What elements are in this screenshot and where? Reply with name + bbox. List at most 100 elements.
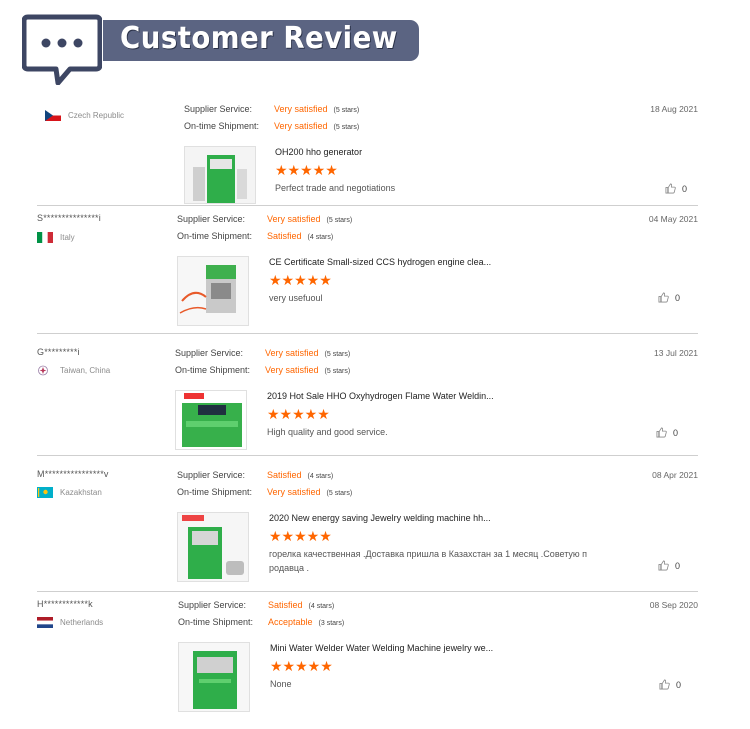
shipment-value: Satisfied: [267, 231, 302, 241]
buyer-name: S***************i: [37, 213, 101, 223]
like-count: 0: [673, 427, 679, 438]
thumbs-up-icon: [658, 560, 669, 571]
review-item: G*********i Taiwan, China 13 Jul 2021 Su…: [37, 347, 698, 456]
product-thumbnail[interactable]: [178, 642, 250, 712]
country-name: Kazakhstan: [60, 488, 102, 497]
like-button[interactable]: 0: [665, 183, 687, 194]
shipment-label: On-time Shipment:: [177, 487, 253, 497]
shipment-stars: (5 stars): [324, 368, 351, 375]
buyer-name: M****************v: [37, 469, 109, 479]
shipment-stars: (5 stars): [333, 124, 360, 131]
shipment-label: On-time Shipment:: [178, 617, 254, 627]
supplier-service-rating: Supplier Service: Satisfied (4 stars): [178, 600, 334, 610]
shipment-stars: (5 stars): [326, 490, 353, 497]
supplier-service-label: Supplier Service:: [177, 470, 246, 480]
review-comment: very usefuoul: [269, 293, 323, 303]
buyer-country: Italy: [37, 232, 75, 243]
review-stars: ★★★★★: [267, 406, 330, 422]
thumbs-up-icon: [659, 679, 670, 690]
like-count: 0: [676, 679, 682, 690]
shipment-label: On-time Shipment:: [175, 365, 251, 375]
shipment-stars: (3 stars): [318, 620, 345, 627]
supplier-service-rating: Supplier Service: Very satisfied (5 stars): [184, 104, 359, 114]
shipment-value: Very satisfied: [274, 121, 328, 131]
product-title-link[interactable]: 2019 Hot Sale HHO Oxyhydrogen Flame Wate…: [267, 391, 494, 401]
supplier-service-rating: Supplier Service: Very satisfied (5 stars): [177, 214, 352, 224]
buyer-country: Taiwan, China: [37, 365, 110, 376]
netherlands-flag-icon: [37, 617, 53, 628]
country-name: Italy: [60, 233, 75, 242]
like-button[interactable]: 0: [659, 679, 681, 690]
product-title-link[interactable]: OH200 hho generator: [275, 147, 362, 157]
review-comment: горелка качественная .Доставка пришла в …: [269, 549, 588, 573]
product-thumbnail[interactable]: [184, 146, 256, 204]
buyer-country: Czech Republic: [45, 110, 124, 121]
product-title-link[interactable]: CE Certificate Small-sized CCS hydrogen …: [269, 257, 491, 267]
buyer-name: G*********i: [37, 347, 80, 357]
product-thumbnail[interactable]: [177, 512, 249, 582]
supplier-service-stars: (5 stars): [333, 107, 360, 114]
chat-bubble-icon: [22, 14, 102, 85]
country-name: Czech Republic: [68, 111, 125, 120]
review-item: H************k Netherlands 08 Sep 2020 S…: [37, 599, 698, 717]
supplier-service-stars: (4 stars): [308, 603, 335, 610]
like-count: 0: [675, 292, 681, 303]
shipment-value: Very satisfied: [267, 487, 321, 497]
like-count: 0: [682, 183, 688, 194]
kazakhstan-flag-icon: [37, 487, 53, 498]
page-title: Customer Review: [120, 21, 398, 56]
italy-flag-icon: [37, 232, 53, 243]
shipment-stars: (4 stars): [307, 234, 334, 241]
supplier-service-value: Satisfied: [268, 600, 303, 610]
review-stars: ★★★★★: [275, 162, 338, 178]
thumbs-up-icon: [658, 292, 669, 303]
shipment-rating: On-time Shipment: Acceptable (3 stars): [178, 617, 344, 627]
country-name: Taiwan, China: [60, 366, 111, 375]
product-thumbnail[interactable]: [175, 390, 247, 450]
supplier-service-rating: Supplier Service: Satisfied (4 stars): [177, 470, 333, 480]
product-title-link[interactable]: Mini Water Welder Water Welding Machine …: [270, 643, 493, 653]
like-count: 0: [675, 560, 681, 571]
shipment-rating: On-time Shipment: Satisfied (4 stars): [177, 231, 333, 241]
supplier-service-label: Supplier Service:: [178, 600, 247, 610]
shipment-rating: On-time Shipment: Very satisfied (5 stars): [175, 365, 350, 375]
review-date: 13 Jul 2021: [654, 348, 698, 358]
supplier-service-value: Very satisfied: [265, 348, 319, 358]
country-name: Netherlands: [60, 618, 104, 627]
supplier-service-value: Satisfied: [267, 470, 302, 480]
buyer-name: H************k: [37, 599, 93, 609]
czech-flag-icon: [45, 110, 61, 121]
shipment-rating: On-time Shipment: Very satisfied (5 stars): [184, 121, 359, 131]
product-thumbnail[interactable]: [177, 256, 249, 326]
like-button[interactable]: 0: [658, 560, 680, 571]
supplier-service-stars: (5 stars): [326, 217, 353, 224]
review-date: 18 Aug 2021: [650, 104, 698, 114]
review-stars: ★★★★★: [270, 658, 333, 674]
supplier-service-stars: (5 stars): [324, 351, 351, 358]
shipment-label: On-time Shipment:: [177, 231, 253, 241]
supplier-service-value: Very satisfied: [267, 214, 321, 224]
product-title-link[interactable]: 2020 New energy saving Jewelry welding m…: [269, 513, 491, 523]
review-stars: ★★★★★: [269, 528, 332, 544]
review-comment: Perfect trade and negotiations: [275, 183, 396, 193]
review-date: 08 Sep 2020: [649, 600, 698, 610]
like-button[interactable]: 0: [656, 427, 678, 438]
review-comment: None: [270, 679, 292, 689]
shipment-rating: On-time Shipment: Very satisfied (5 stars): [177, 487, 352, 497]
supplier-service-label: Supplier Service:: [184, 104, 253, 114]
review-item: Czech Republic 18 Aug 2021 Supplier Serv…: [37, 104, 698, 206]
review-item: M****************v Kazakhstan 08 Apr 202…: [37, 469, 698, 592]
shipment-value: Very satisfied: [265, 365, 319, 375]
shipment-label: On-time Shipment:: [184, 121, 260, 131]
review-item: S***************i Italy 04 May 2021 Supp…: [37, 213, 698, 334]
shipment-value: Acceptable: [268, 617, 313, 627]
taiwan-flag-icon: [38, 365, 48, 376]
supplier-service-label: Supplier Service:: [175, 348, 244, 358]
review-date: 04 May 2021: [648, 214, 698, 224]
buyer-country: Netherlands: [37, 617, 103, 628]
supplier-service-stars: (4 stars): [307, 473, 334, 480]
review-date: 08 Apr 2021: [652, 470, 698, 480]
review-stars: ★★★★★: [269, 272, 332, 288]
supplier-service-value: Very satisfied: [274, 104, 328, 114]
like-button[interactable]: 0: [658, 292, 680, 303]
